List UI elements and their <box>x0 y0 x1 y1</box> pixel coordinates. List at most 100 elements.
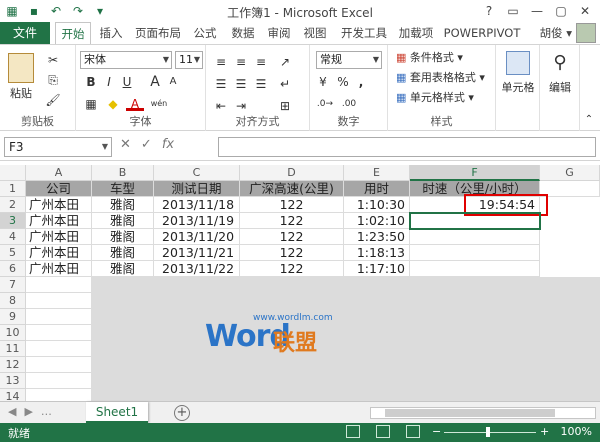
table-cell[interactable]: 122 <box>240 213 344 229</box>
ribbon-display-button[interactable]: ▭ <box>502 2 524 20</box>
comma-button[interactable]: , <box>352 73 370 91</box>
align-center-icon[interactable]: ☰ <box>232 75 250 93</box>
table-cell[interactable]: 1:18:13 <box>344 245 410 261</box>
row-header[interactable]: 13 <box>0 373 26 389</box>
binoculars-icon[interactable]: ⚲ <box>548 51 572 75</box>
orientation-icon[interactable]: ↗ <box>276 53 294 71</box>
row-header[interactable]: 6 <box>0 261 26 277</box>
table-cell[interactable]: 1:17:10 <box>344 261 410 277</box>
collapse-ribbon-icon[interactable]: ⌃ <box>580 111 598 129</box>
table-cell[interactable]: 广州本田 <box>26 261 92 277</box>
table-header-cell[interactable]: 广深高速(公里) <box>240 181 344 197</box>
zoom-knob[interactable] <box>486 427 490 437</box>
table-cell[interactable] <box>410 261 540 277</box>
table-header-cell[interactable]: 公司 <box>26 181 92 197</box>
wrap-text-icon[interactable]: ↵ <box>276 75 294 93</box>
row-header[interactable]: 3 <box>0 213 26 229</box>
cells-button[interactable]: 单元格 <box>496 79 540 95</box>
table-cell[interactable]: 122 <box>240 245 344 261</box>
scrollbar-thumb[interactable] <box>385 409 555 417</box>
tab-home[interactable]: 开始 <box>55 22 91 44</box>
user-name[interactable]: 胡俊 ▾ <box>540 22 572 44</box>
column-header-d[interactable]: D <box>240 165 344 181</box>
table-cell[interactable]: 2013/11/21 <box>154 245 240 261</box>
align-left-icon[interactable]: ☰ <box>212 75 230 93</box>
maximize-button[interactable]: ▢ <box>550 2 572 20</box>
tab-review[interactable]: 审阅 <box>264 22 294 44</box>
decrease-font-icon[interactable]: A <box>164 73 182 91</box>
phonetic-button[interactable]: wén <box>148 95 170 113</box>
table-cell[interactable]: 雅阁 <box>92 261 154 277</box>
column-header-g[interactable]: G <box>540 165 600 181</box>
table-cell[interactable] <box>410 245 540 261</box>
increase-decimal-icon[interactable]: .0→ <box>316 95 334 113</box>
table-cell[interactable]: 广州本田 <box>26 245 92 261</box>
italic-button[interactable]: I <box>100 73 118 91</box>
table-cell[interactable] <box>540 181 600 197</box>
border-icon[interactable]: ▦ <box>82 95 100 113</box>
conditional-format-button[interactable]: ▦ 条件格式 ▾ <box>396 49 463 67</box>
column-header-b[interactable]: B <box>92 165 154 181</box>
close-button[interactable]: ✕ <box>574 2 596 20</box>
table-cell[interactable]: 2013/11/22 <box>154 261 240 277</box>
column-header-e[interactable]: E <box>344 165 410 181</box>
table-cell[interactable]: 2013/11/20 <box>154 229 240 245</box>
increase-font-icon[interactable]: A <box>146 73 164 91</box>
normal-view-icon[interactable] <box>346 425 360 438</box>
table-cell[interactable]: 122 <box>240 261 344 277</box>
help-button[interactable]: ? <box>478 2 500 20</box>
insert-function-icon[interactable]: fx <box>162 137 174 152</box>
table-cell[interactable]: 1:02:10 <box>344 213 410 229</box>
align-middle-icon[interactable]: ≡ <box>232 53 250 71</box>
zoom-out-icon[interactable]: − <box>432 425 441 438</box>
page-layout-view-icon[interactable] <box>376 425 390 438</box>
tab-formulas[interactable]: 公式 <box>190 22 220 44</box>
decrease-decimal-icon[interactable]: .00 <box>340 95 358 113</box>
row-header[interactable]: 14 <box>0 389 26 401</box>
editing-button[interactable]: 编辑 <box>540 79 580 95</box>
column-header-c[interactable]: C <box>154 165 240 181</box>
table-cell[interactable]: 122 <box>240 197 344 213</box>
table-cell[interactable]: 122 <box>240 229 344 245</box>
row-header[interactable]: 4 <box>0 229 26 245</box>
currency-icon[interactable]: ¥ <box>314 73 332 91</box>
tab-insert[interactable]: 插入 <box>96 22 126 44</box>
table-header-cell[interactable]: 测试日期 <box>154 181 240 197</box>
tab-page-layout[interactable]: 页面布局 <box>132 22 184 44</box>
zoom-level[interactable]: 100% <box>561 425 592 438</box>
format-painter-icon[interactable]: 🖌 <box>44 91 62 109</box>
file-tab[interactable]: 文件 <box>0 22 50 44</box>
row-header[interactable]: 12 <box>0 357 26 373</box>
tab-data[interactable]: 数据 <box>228 22 258 44</box>
table-cell[interactable]: 广州本田 <box>26 197 92 213</box>
enter-icon[interactable]: ✓ <box>141 137 152 152</box>
table-cell[interactable]: 雅阁 <box>92 197 154 213</box>
number-format-combo[interactable]: 常规 ▼ <box>316 51 382 69</box>
table-cell[interactable]: 1:23:50 <box>344 229 410 245</box>
table-cell[interactable]: 雅阁 <box>92 229 154 245</box>
sheet-nav-arrows[interactable]: ◀▶… <box>8 405 60 418</box>
table-cell[interactable]: 广州本田 <box>26 213 92 229</box>
table-cell[interactable]: 2013/11/18 <box>154 197 240 213</box>
table-header-cell[interactable]: 车型 <box>92 181 154 197</box>
tab-addins[interactable]: 加载项 <box>396 22 436 44</box>
table-cell[interactable]: 广州本田 <box>26 229 92 245</box>
sheet-tab-sheet1[interactable]: Sheet1 <box>86 402 148 423</box>
horizontal-scrollbar[interactable] <box>370 407 596 419</box>
table-cell[interactable]: 雅阁 <box>92 213 154 229</box>
row-header[interactable]: 7 <box>0 277 26 293</box>
name-box[interactable]: F3 ▼ <box>4 137 112 157</box>
align-right-icon[interactable]: ☰ <box>252 75 270 93</box>
page-break-view-icon[interactable] <box>406 425 420 438</box>
zoom-in-icon[interactable]: + <box>540 425 549 438</box>
avatar[interactable] <box>576 23 596 43</box>
tab-view[interactable]: 视图 <box>300 22 330 44</box>
percent-button[interactable]: % <box>334 73 352 91</box>
table-cell[interactable] <box>410 229 540 245</box>
column-header-f[interactable]: F <box>410 165 540 181</box>
table-header-cell[interactable]: 用时 <box>344 181 410 197</box>
paste-button[interactable]: 粘贴 <box>4 85 38 101</box>
minimize-button[interactable]: — <box>526 2 548 20</box>
bold-button[interactable]: B <box>82 73 100 91</box>
row-header[interactable]: 2 <box>0 197 26 213</box>
